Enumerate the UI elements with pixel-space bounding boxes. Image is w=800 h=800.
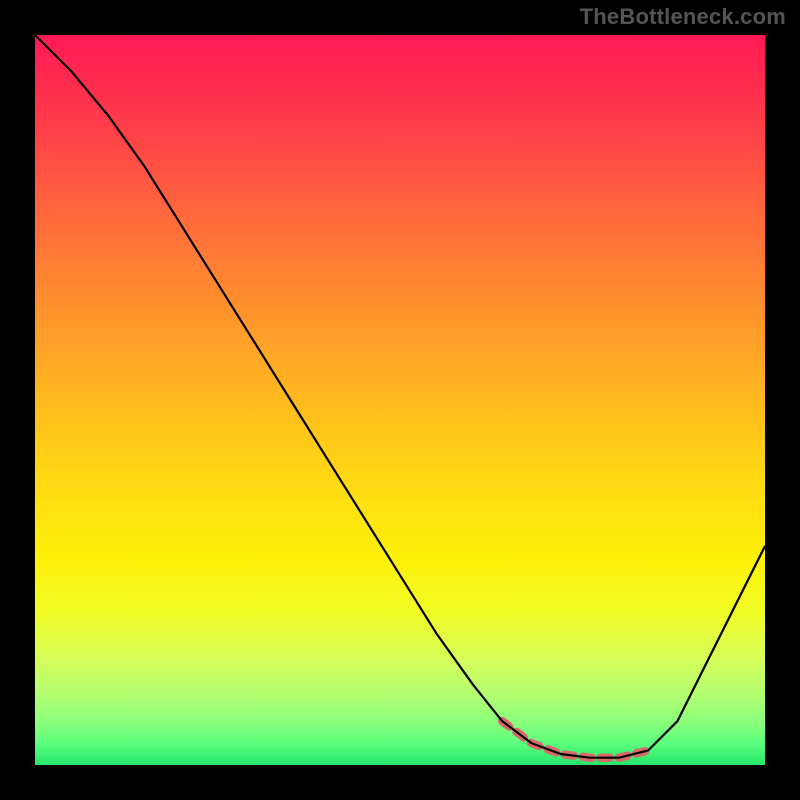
curve-highlight-segment (502, 721, 648, 758)
plot-svg (35, 35, 765, 765)
watermark-text: TheBottleneck.com (580, 4, 786, 30)
chart-frame: TheBottleneck.com (0, 0, 800, 800)
bottleneck-curve (35, 35, 765, 758)
plot-area (35, 35, 765, 765)
